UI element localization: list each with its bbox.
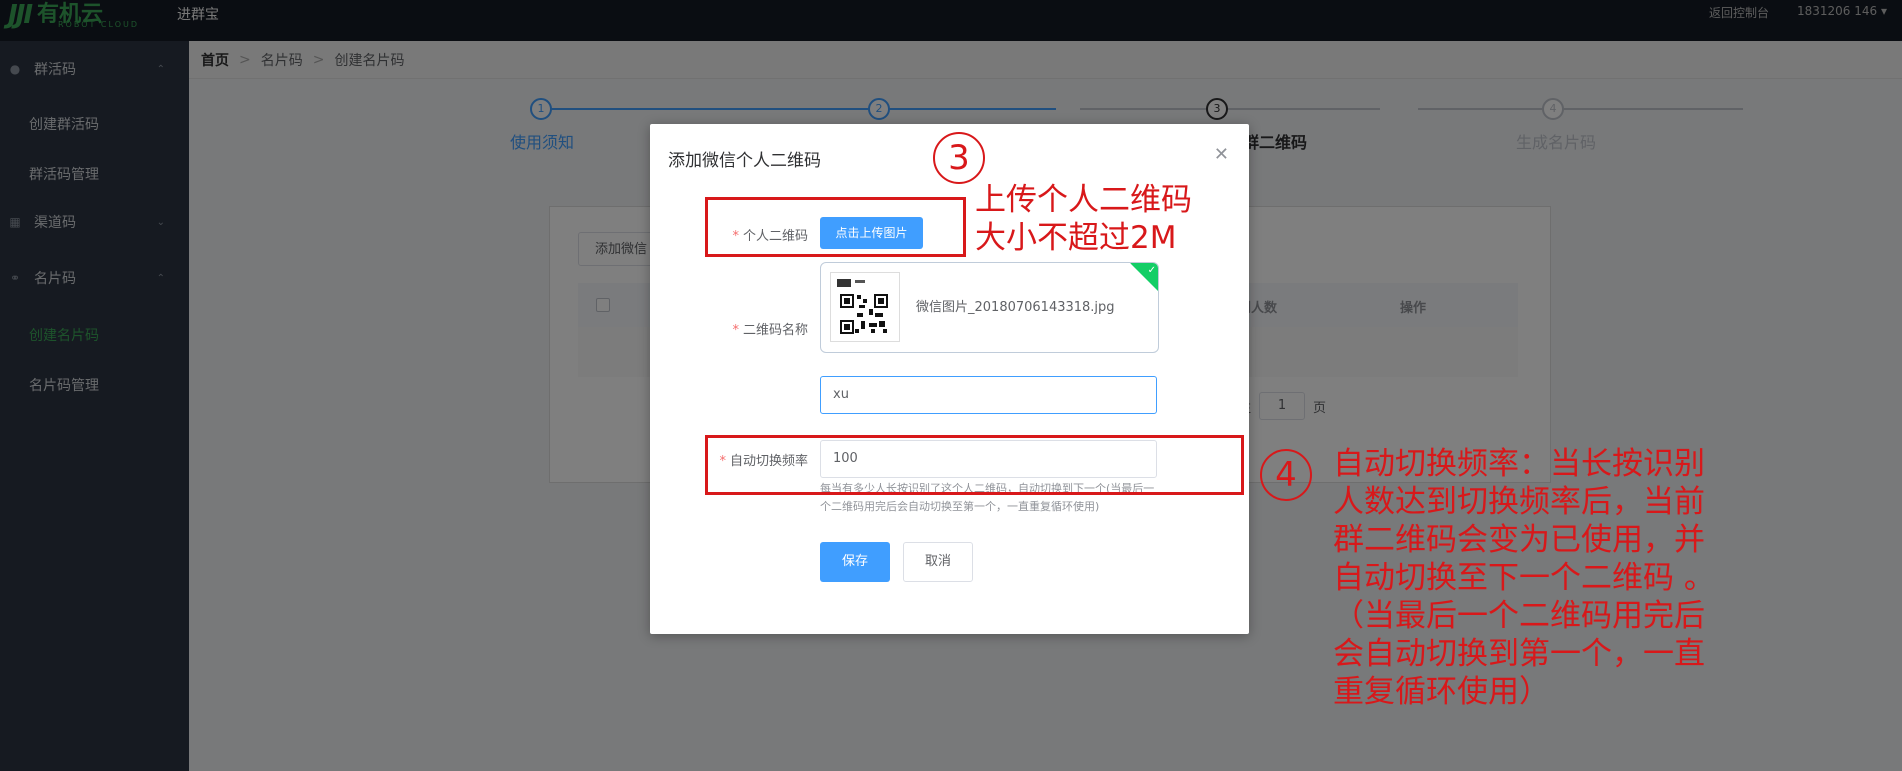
qr-code-icon bbox=[837, 279, 891, 337]
annotation-box-frequency bbox=[705, 435, 1244, 495]
name-field-label: * 二维码名称 bbox=[722, 319, 808, 338]
annotation-note-4-line: （当最后一个二维码用完后 bbox=[1333, 598, 1705, 634]
annotation-note-3-line1: 上传个人二维码 bbox=[975, 182, 1192, 218]
annotation-note-4-line: 重复循环使用） bbox=[1333, 674, 1550, 710]
annotation-note-4-line: 自动切换至下一个二维码 。 bbox=[1333, 560, 1715, 596]
annotation-note-3-line2: 大小不超过2M bbox=[975, 220, 1177, 256]
save-button[interactable]: 保存 bbox=[820, 542, 890, 582]
qr-name-input[interactable]: xu bbox=[820, 376, 1157, 414]
name-field-label-text: 二维码名称 bbox=[742, 323, 808, 338]
cancel-button[interactable]: 取消 bbox=[903, 542, 973, 582]
dialog-title: 添加微信个人二维码 bbox=[668, 151, 821, 171]
annotation-circle-4: 4 bbox=[1260, 449, 1312, 501]
annotation-box-qr-upload bbox=[705, 197, 966, 257]
annotation-circle-3: 3 bbox=[933, 132, 985, 184]
file-name: 微信图片_20180706143318.jpg bbox=[916, 300, 1115, 315]
annotation-note-4-line: 群二维码会变为已使用，并 bbox=[1333, 522, 1705, 558]
uploaded-file-card: 微信图片_20180706143318.jpg ✓ bbox=[820, 262, 1159, 353]
required-marker: * bbox=[732, 323, 739, 338]
check-icon: ✓ bbox=[1147, 265, 1156, 276]
annotation-note-4-line: 会自动切换到第一个，一直 bbox=[1333, 636, 1705, 672]
qr-thumbnail bbox=[830, 272, 900, 342]
annotation-note-4-line: 人数达到切换频率后，当前 bbox=[1333, 484, 1705, 520]
close-icon[interactable]: ✕ bbox=[1214, 144, 1229, 165]
annotation-note-4-line: 自动切换频率：当长按识别 bbox=[1333, 446, 1705, 482]
